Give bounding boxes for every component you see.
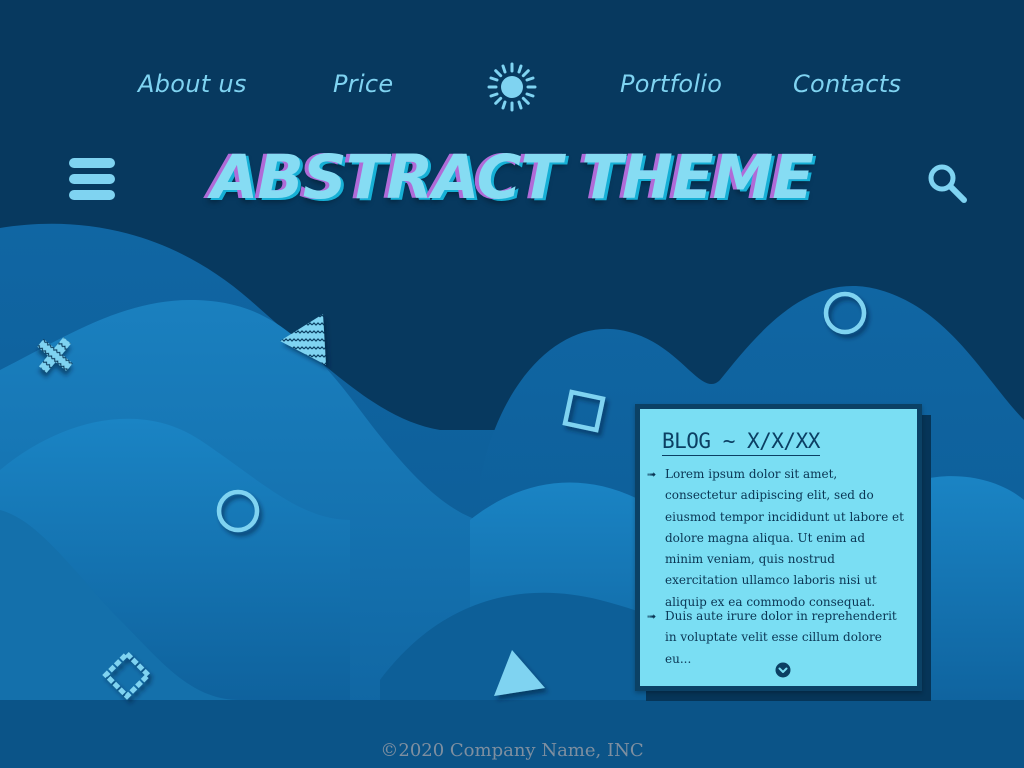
blog-paragraph-text: Lorem ipsum dolor sit amet, consectetur …: [665, 467, 904, 609]
blog-card: BLOG ~ X/X/XX ➟ Lorem ipsum dolor sit am…: [635, 404, 922, 691]
arrow-bullet-icon: ➟: [647, 610, 657, 623]
sun-icon[interactable]: [487, 62, 537, 112]
nav-link-contacts[interactable]: Contacts: [793, 70, 901, 98]
blog-paragraph: ➟ Duis aute irure dolor in reprehenderit…: [647, 606, 905, 670]
arrow-bullet-icon: ➟: [647, 468, 657, 481]
footer-copyright: ©2020 Company Name, INC: [380, 740, 644, 761]
nav-link-portfolio[interactable]: Portfolio: [620, 70, 722, 98]
blog-paragraph: ➟ Lorem ipsum dolor sit amet, consectetu…: [647, 464, 905, 613]
search-icon[interactable]: [926, 162, 970, 206]
page-title: ABSTRACT THEME: [211, 142, 814, 213]
blog-title[interactable]: BLOG ~ X/X/XX: [662, 429, 820, 456]
chevron-down-icon[interactable]: [775, 662, 791, 678]
nav-link-price[interactable]: Price: [333, 70, 393, 98]
nav-link-about-us[interactable]: About us: [138, 70, 247, 98]
blog-paragraph-text: Duis aute irure dolor in reprehenderit i…: [665, 609, 897, 666]
